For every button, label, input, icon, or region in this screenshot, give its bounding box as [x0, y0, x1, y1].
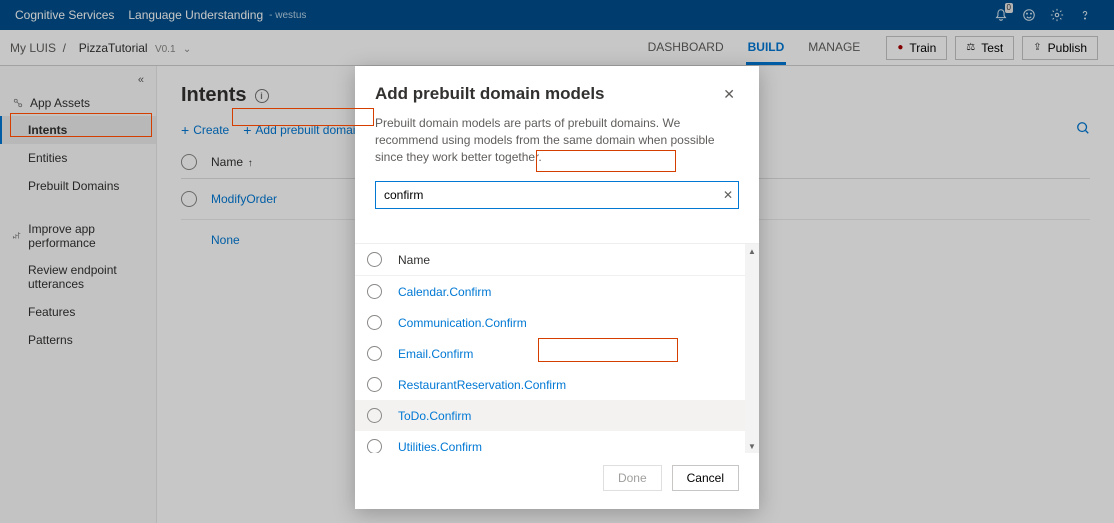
- done-button: Done: [603, 465, 662, 491]
- result-link[interactable]: RestaurantReservation.Confirm: [398, 378, 566, 392]
- modal-title: Add prebuilt domain models: [375, 84, 605, 104]
- results-row[interactable]: Email.Confirm: [355, 338, 745, 369]
- search-input[interactable]: [375, 181, 739, 209]
- result-link[interactable]: ToDo.Confirm: [398, 409, 471, 423]
- result-link[interactable]: Calendar.Confirm: [398, 285, 491, 299]
- row-radio[interactable]: [367, 346, 382, 361]
- results-row[interactable]: Utilities.Confirm: [355, 431, 745, 453]
- row-radio[interactable]: [367, 377, 382, 392]
- results-row[interactable]: Communication.Confirm: [355, 307, 745, 338]
- result-link[interactable]: Email.Confirm: [398, 347, 473, 361]
- results-row[interactable]: Calendar.Confirm: [355, 276, 745, 307]
- results-col-name[interactable]: Name: [398, 253, 430, 267]
- row-radio[interactable]: [367, 408, 382, 423]
- scroll-down-icon[interactable]: ▼: [745, 439, 759, 453]
- row-radio[interactable]: [367, 284, 382, 299]
- results-row[interactable]: ToDo.Confirm: [355, 400, 745, 431]
- row-radio[interactable]: [367, 439, 382, 453]
- clear-icon[interactable]: ✕: [723, 188, 733, 202]
- result-link[interactable]: Communication.Confirm: [398, 316, 527, 330]
- result-link[interactable]: Utilities.Confirm: [398, 440, 482, 454]
- results-header: Name: [355, 244, 745, 276]
- results-row[interactable]: RestaurantReservation.Confirm: [355, 369, 745, 400]
- scrollbar[interactable]: ▲ ▼: [745, 244, 759, 453]
- select-all-radio[interactable]: [367, 252, 382, 267]
- close-icon[interactable]: ✕: [719, 84, 739, 105]
- add-prebuilt-modal: Add prebuilt domain models ✕ Prebuilt do…: [355, 66, 759, 509]
- row-radio[interactable]: [367, 315, 382, 330]
- modal-description: Prebuilt domain models are parts of preb…: [375, 115, 739, 165]
- scroll-up-icon[interactable]: ▲: [745, 244, 759, 258]
- modal-overlay: Add prebuilt domain models ✕ Prebuilt do…: [0, 0, 1114, 523]
- cancel-button[interactable]: Cancel: [672, 465, 739, 491]
